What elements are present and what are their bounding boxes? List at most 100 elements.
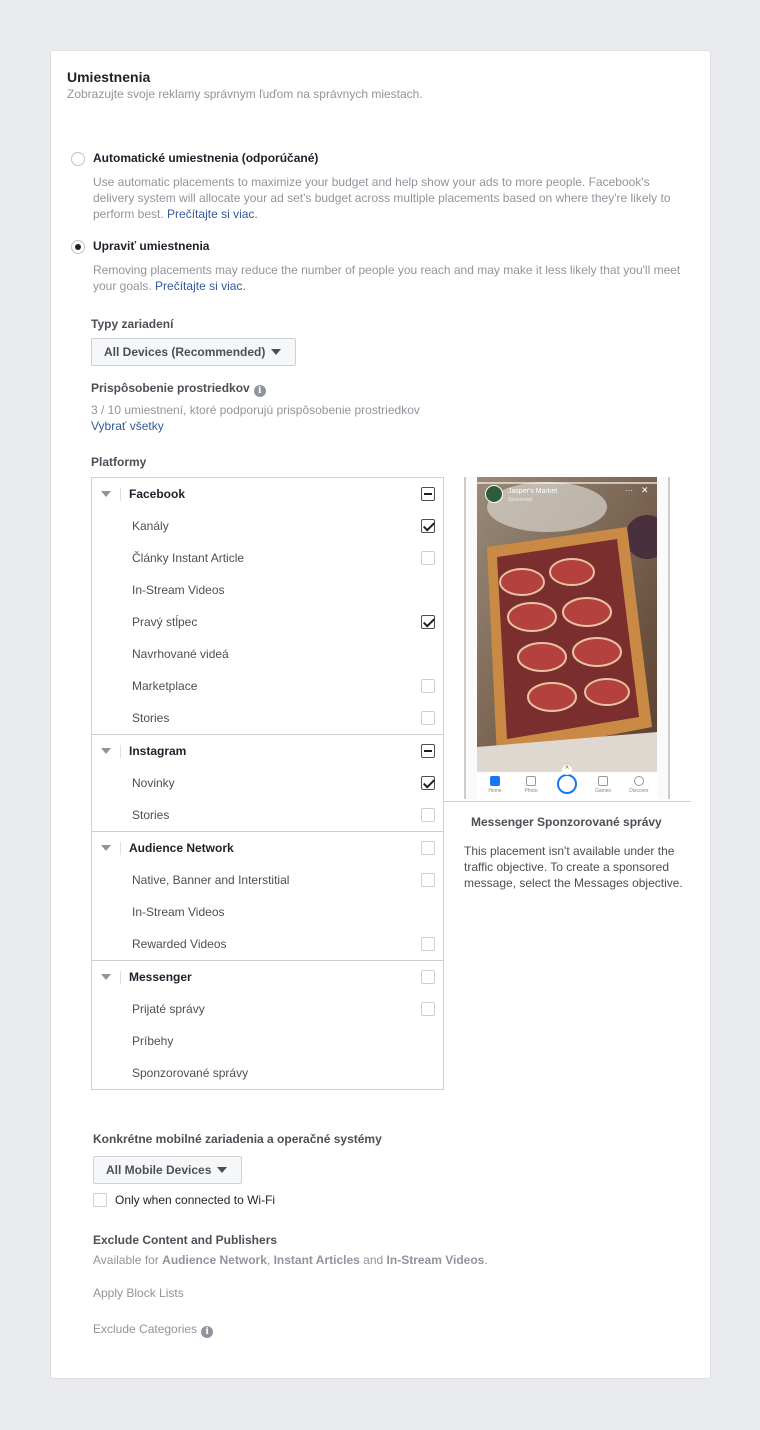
placement-checkbox[interactable]	[421, 776, 435, 790]
tab-home: Home	[477, 776, 513, 794]
placement-label: Marketplace	[132, 679, 198, 693]
automatic-placements-radio[interactable]	[71, 152, 85, 166]
placement-label: In-Stream Videos	[132, 905, 225, 919]
placement-row[interactable]: Pravý stĺpec	[92, 606, 443, 638]
placement-row[interactable]: Stories	[92, 799, 443, 831]
tab-camera	[549, 774, 585, 794]
automatic-placements-label[interactable]: Automatické umiestnenia (odporúčané)	[93, 151, 318, 165]
placement-row[interactable]: Stories	[92, 702, 443, 734]
placement-label: Stories	[132, 808, 170, 822]
placement-label: Navrhované videá	[132, 647, 229, 661]
instagram-checkbox[interactable]	[421, 744, 435, 758]
select-all-link[interactable]: Vybrať všetky	[91, 419, 164, 433]
placement-row[interactable]: Novinky	[92, 767, 443, 799]
wifi-only-checkbox[interactable]	[93, 1193, 107, 1207]
placement-row[interactable]: Rewarded Videos	[92, 928, 443, 960]
audience-network-text: Audience Network	[162, 1253, 267, 1267]
placement-row: In-Stream Videos	[92, 574, 443, 606]
tab-discover-label: Discover	[629, 788, 649, 794]
placement-checkbox[interactable]	[421, 937, 435, 951]
home-icon	[490, 776, 500, 786]
edit-placements-description: Removing placements may reduce the numbe…	[93, 262, 693, 294]
close-icon: ✕	[641, 485, 649, 495]
placement-label: Rewarded Videos	[132, 937, 227, 951]
instant-articles-text: Instant Articles	[273, 1253, 360, 1267]
automatic-placements-description: Use automatic placements to maximize you…	[93, 174, 693, 222]
placement-label: Novinky	[132, 776, 175, 790]
platform-group-instagram[interactable]: Instagram	[92, 735, 443, 767]
messenger-checkbox[interactable]	[421, 970, 435, 984]
exclude-categories-link[interactable]: Exclude Categories i	[93, 1322, 214, 1338]
automatic-learn-more-link[interactable]: Prečítajte si viac.	[167, 207, 258, 221]
tab-photo: Photo	[513, 776, 549, 794]
placement-checkbox[interactable]	[421, 808, 435, 822]
placement-label: In-Stream Videos	[132, 583, 225, 597]
brand-name: Jasper's Market	[508, 488, 558, 495]
mobile-devices-value: All Mobile Devices	[106, 1163, 212, 1177]
platform-group-label: Instagram	[129, 744, 187, 758]
placement-label: Články Instant Article	[132, 551, 245, 565]
placement-checkbox[interactable]	[421, 615, 435, 629]
facebook-checkbox[interactable]	[421, 487, 435, 501]
triangle-down-icon[interactable]	[101, 491, 111, 497]
device-types-value: All Devices (Recommended)	[104, 345, 266, 359]
separator	[120, 971, 121, 984]
placement-row: In-Stream Videos	[92, 896, 443, 928]
placement-row[interactable]: Prijaté správy	[92, 993, 443, 1025]
placement-row[interactable]: Native, Banner and Interstitial	[92, 864, 443, 896]
edit-learn-more-link[interactable]: Prečítajte si viac.	[155, 279, 246, 293]
platforms-label: Platformy	[91, 455, 147, 469]
info-icon[interactable]: i	[253, 385, 266, 397]
sponsored-label: Sponsored	[508, 497, 533, 503]
placement-checkbox[interactable]	[421, 679, 435, 693]
photo-icon	[526, 776, 536, 786]
platform-group-facebook[interactable]: Facebook	[92, 478, 443, 510]
placement-row[interactable]: Kanály	[92, 510, 443, 542]
separator	[120, 745, 121, 758]
mobile-devices-dropdown[interactable]: All Mobile Devices	[93, 1156, 242, 1184]
placement-checkbox[interactable]	[421, 1002, 435, 1016]
tab-games: Games	[585, 776, 621, 794]
tab-discover: Discover	[621, 776, 657, 794]
platform-group-audience-network[interactable]: Audience Network	[92, 832, 443, 864]
placement-checkbox[interactable]	[421, 711, 435, 725]
audience-network-checkbox[interactable]	[421, 841, 435, 855]
placement-row[interactable]: Marketplace	[92, 670, 443, 702]
separator	[120, 488, 121, 501]
info-icon[interactable]: i	[201, 1326, 214, 1338]
placement-checkbox[interactable]	[421, 873, 435, 887]
tab-photo-label: Photo	[524, 788, 538, 794]
preview-title: Messenger Sponzorované správy	[471, 815, 662, 829]
triangle-down-icon[interactable]	[101, 845, 111, 851]
apply-block-lists-link[interactable]: Apply Block Lists	[93, 1286, 184, 1300]
edit-placements-label[interactable]: Upraviť umiestnenia	[93, 239, 209, 253]
placement-label: Kanály	[132, 519, 169, 533]
triangle-down-icon[interactable]	[101, 974, 111, 980]
triangle-down-icon[interactable]	[101, 748, 111, 754]
discover-icon	[634, 776, 644, 786]
placement-checkbox[interactable]	[421, 519, 435, 533]
device-types-label: Typy zariadení	[91, 317, 174, 331]
placement-checkbox[interactable]	[421, 551, 435, 565]
exclude-content-label: Exclude Content and Publishers	[93, 1233, 278, 1247]
brand-avatar	[485, 485, 503, 503]
section-subtitle: Zobrazujte svoje reklamy správnym ľuďom …	[67, 87, 423, 101]
wifi-only-label[interactable]: Only when connected to Wi-Fi	[115, 1193, 275, 1207]
exclude-availability-text: Available for Audience Network, Instant …	[93, 1253, 488, 1267]
preview-divider	[444, 801, 691, 802]
preview-tab-bar: Home Photo Games Discover	[477, 771, 657, 799]
placement-label: Príbehy	[132, 1034, 174, 1048]
platform-group-messenger[interactable]: Messenger	[92, 961, 443, 993]
device-types-dropdown[interactable]: All Devices (Recommended)	[91, 338, 296, 366]
games-icon	[598, 776, 608, 786]
placement-label: Native, Banner and Interstitial	[132, 873, 290, 887]
platforms-list: Facebook Kanály Články Instant Article I…	[91, 477, 444, 1090]
placement-row: Sponzorované správy	[92, 1057, 443, 1089]
comma-text: ,	[266, 1253, 271, 1267]
asset-customization-info: 3 / 10 umiestnení, ktoré podporujú prisp…	[91, 403, 420, 417]
story-progress-bar	[477, 482, 657, 484]
placement-label: Sponzorované správy	[132, 1066, 249, 1080]
preview-image: Jasper's Market Sponsored ··· ✕	[477, 477, 657, 771]
edit-placements-radio[interactable]	[71, 240, 85, 254]
placement-row[interactable]: Články Instant Article	[92, 542, 443, 574]
